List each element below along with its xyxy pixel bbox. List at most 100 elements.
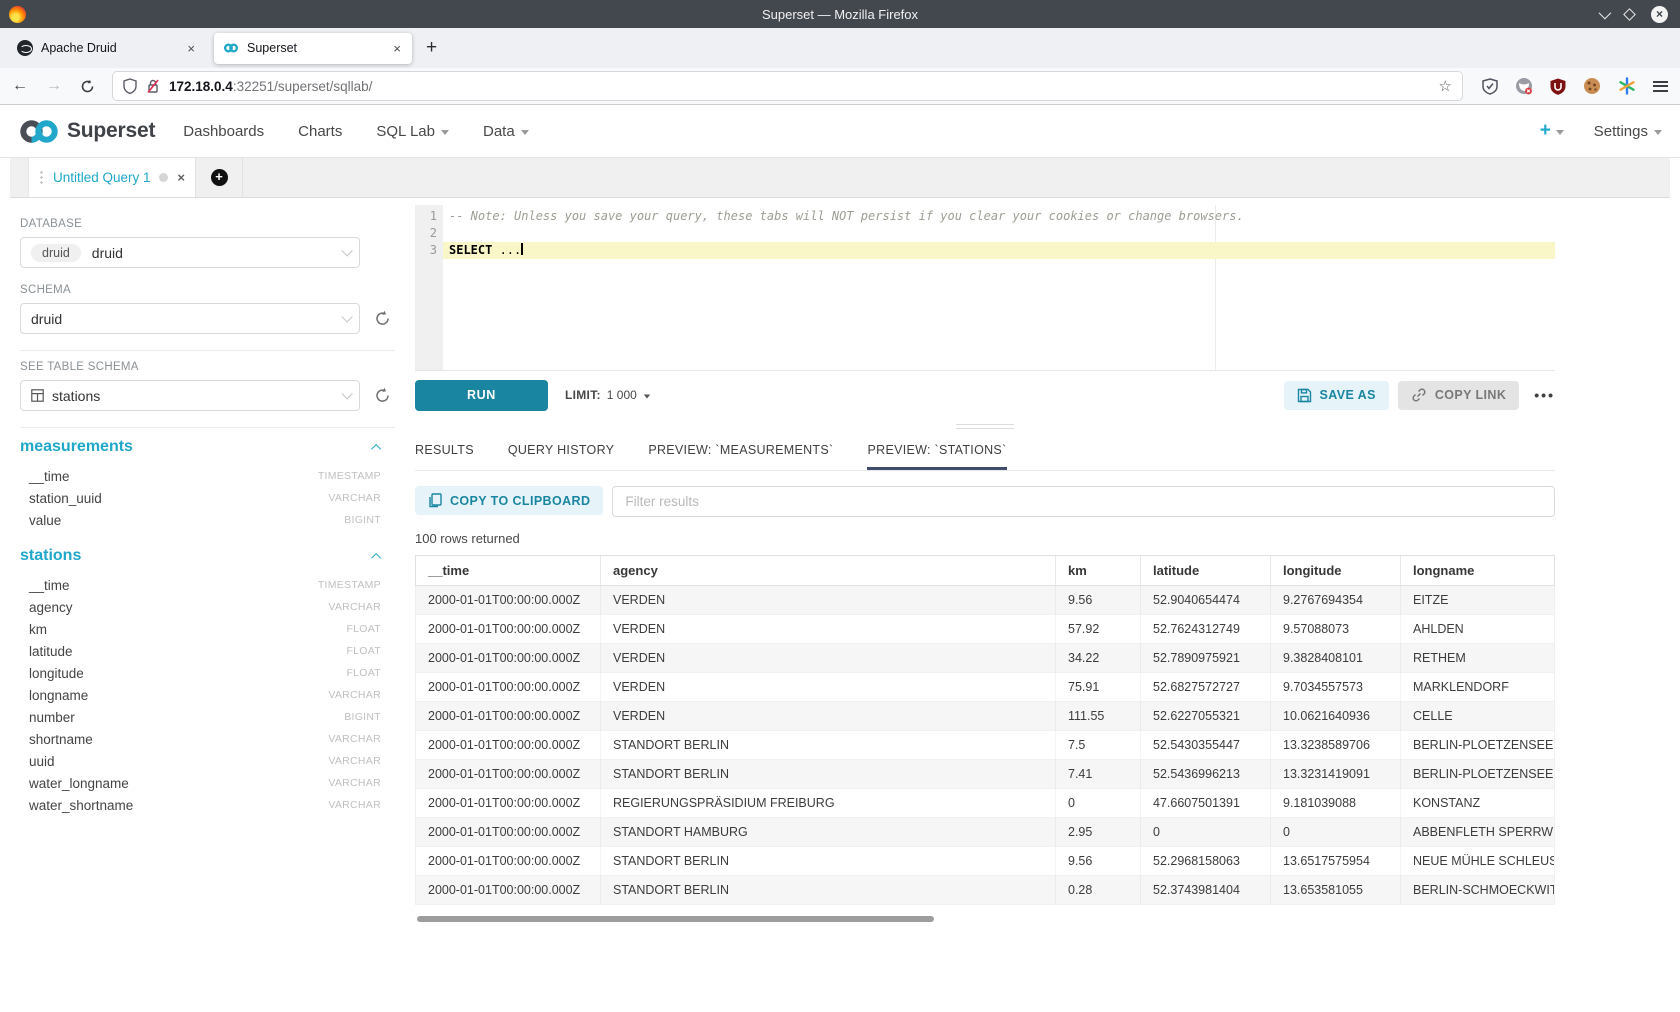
cell-longitude: 13.6517575954 bbox=[1271, 847, 1401, 875]
pane-resize-divider[interactable] bbox=[415, 419, 1555, 434]
window-minimize-icon[interactable] bbox=[1599, 6, 1612, 19]
extension-ublock-icon[interactable] bbox=[1550, 78, 1566, 95]
database-value: druid bbox=[92, 245, 123, 261]
table-row[interactable]: 2000-01-01T00:00:00.000Z REGIERUNGSPRÄSI… bbox=[416, 789, 1554, 818]
chevron-down-icon bbox=[341, 388, 352, 399]
copy-to-clipboard-button[interactable]: COPY TO CLIPBOARD bbox=[415, 486, 603, 515]
table-select[interactable]: stations bbox=[20, 380, 360, 411]
tab-results[interactable]: RESULTS bbox=[415, 434, 474, 470]
chevron-up-icon[interactable] bbox=[371, 443, 381, 453]
more-actions-button[interactable]: ••• bbox=[1534, 387, 1555, 403]
settings-menu[interactable]: Settings bbox=[1594, 123, 1662, 140]
line-number: 2 bbox=[415, 225, 437, 242]
nav-data[interactable]: Data bbox=[483, 123, 529, 140]
drag-handle-icon[interactable] bbox=[39, 170, 44, 186]
column-name: shortname bbox=[29, 732, 93, 747]
table-row[interactable]: 2000-01-01T00:00:00.000Z STANDORT BERLIN… bbox=[416, 847, 1554, 876]
column-type: VARCHAR bbox=[328, 777, 381, 789]
menu-hamburger-icon[interactable] bbox=[1653, 81, 1668, 92]
scrollbar-thumb[interactable] bbox=[417, 916, 934, 922]
browser-tab-superset[interactable]: Superset × bbox=[214, 33, 412, 64]
database-select[interactable]: druid druid bbox=[20, 237, 360, 268]
copy-link-button[interactable]: COPY LINK bbox=[1398, 381, 1519, 410]
window-close-icon[interactable]: × bbox=[1651, 6, 1668, 23]
table-row[interactable]: 2000-01-01T00:00:00.000Z VERDEN 34.22 52… bbox=[416, 644, 1554, 673]
horizontal-scrollbar[interactable] bbox=[415, 916, 1555, 922]
tab-close-icon[interactable]: × bbox=[185, 41, 197, 56]
nav-dashboards[interactable]: Dashboards bbox=[183, 123, 264, 140]
column-row: shortname VARCHAR bbox=[20, 728, 395, 750]
insecure-lock-icon[interactable] bbox=[146, 78, 160, 94]
window-titlebar: Superset — Mozilla Firefox × bbox=[0, 0, 1680, 28]
tab-close-icon[interactable]: × bbox=[391, 41, 403, 56]
query-tabs-bar: Untitled Query 1 × + bbox=[10, 158, 1670, 198]
cell-latitude: 52.2968158063 bbox=[1141, 847, 1271, 875]
window-maximize-icon[interactable] bbox=[1623, 8, 1636, 21]
table-header-cell[interactable]: latitude bbox=[1141, 556, 1271, 585]
table-row[interactable]: 2000-01-01T00:00:00.000Z STANDORT BERLIN… bbox=[416, 731, 1554, 760]
url-bar[interactable]: 172.18.0.4:32251/superset/sqllab/ ☆ bbox=[113, 72, 1462, 100]
table-header-cell[interactable]: longitude bbox=[1271, 556, 1401, 585]
table-row[interactable]: 2000-01-01T00:00:00.000Z VERDEN 111.55 5… bbox=[416, 702, 1554, 731]
nav-charts[interactable]: Charts bbox=[298, 123, 342, 140]
extension-asterisk-icon[interactable] bbox=[1618, 77, 1636, 95]
add-query-tab-button[interactable]: + bbox=[196, 158, 243, 197]
forward-icon[interactable]: → bbox=[46, 77, 62, 95]
table-section-measurements[interactable]: measurements bbox=[20, 438, 395, 456]
limit-dropdown[interactable]: LIMIT: 1 000 bbox=[565, 388, 651, 402]
new-tab-button[interactable]: + bbox=[426, 37, 437, 59]
nav-sql-lab[interactable]: SQL Lab bbox=[376, 123, 449, 140]
extension-cookie-icon[interactable] bbox=[1583, 77, 1601, 95]
extension-mask-icon[interactable] bbox=[1515, 77, 1533, 95]
query-tab-untitled[interactable]: Untitled Query 1 × bbox=[28, 158, 196, 197]
superset-brand[interactable]: Superset bbox=[18, 118, 155, 145]
column-row: station_uuid VARCHAR bbox=[20, 487, 395, 509]
new-item-button[interactable]: + bbox=[1540, 120, 1564, 142]
close-icon[interactable]: × bbox=[177, 170, 185, 185]
browser-toolbar: ← → 172.18.0.4:32251/superset/sqllab/ ☆ bbox=[0, 68, 1680, 105]
tab-preview-measurements[interactable]: PREVIEW: `MEASUREMENTS` bbox=[648, 434, 833, 470]
refresh-table-icon[interactable] bbox=[374, 387, 391, 404]
back-icon[interactable]: ← bbox=[12, 77, 28, 95]
tracking-shield-icon[interactable] bbox=[123, 78, 137, 94]
refresh-schema-icon[interactable] bbox=[374, 310, 391, 327]
table-row[interactable]: 2000-01-01T00:00:00.000Z STANDORT BERLIN… bbox=[416, 760, 1554, 789]
table-header-cell[interactable]: agency bbox=[601, 556, 1056, 585]
tab-preview-stations[interactable]: PREVIEW: `STATIONS` bbox=[867, 434, 1006, 470]
reload-icon[interactable] bbox=[80, 79, 95, 94]
table-row[interactable]: 2000-01-01T00:00:00.000Z VERDEN 57.92 52… bbox=[416, 615, 1554, 644]
column-type: FLOAT bbox=[346, 645, 381, 657]
table-icon bbox=[31, 389, 44, 402]
drag-handle-icon[interactable] bbox=[956, 424, 1014, 429]
table-header-cell[interactable]: km bbox=[1056, 556, 1141, 585]
sql-editor[interactable]: 1 2 3 -- Note: Unless you save your quer… bbox=[415, 205, 1555, 371]
run-button[interactable]: RUN bbox=[415, 380, 548, 411]
cell-time: 2000-01-01T00:00:00.000Z bbox=[416, 673, 601, 701]
table-row[interactable]: 2000-01-01T00:00:00.000Z VERDEN 9.56 52.… bbox=[416, 586, 1554, 615]
filter-results-input[interactable] bbox=[612, 486, 1555, 517]
cell-longitude: 9.3828408101 bbox=[1271, 644, 1401, 672]
table-row[interactable]: 2000-01-01T00:00:00.000Z STANDORT HAMBUR… bbox=[416, 818, 1554, 847]
table-row[interactable]: 2000-01-01T00:00:00.000Z VERDEN 75.91 52… bbox=[416, 673, 1554, 702]
table-section-stations[interactable]: stations bbox=[20, 547, 395, 565]
table-header-cell[interactable]: __time bbox=[416, 556, 601, 585]
chevron-down-icon bbox=[341, 311, 352, 322]
text-cursor bbox=[521, 243, 523, 255]
sqllab-sidebar: DATABASE druid druid SCHEMA druid bbox=[10, 198, 405, 1012]
cell-agency: VERDEN bbox=[601, 615, 1056, 643]
column-name: latitude bbox=[29, 644, 73, 659]
save-as-button[interactable]: SAVE AS bbox=[1284, 381, 1389, 410]
cell-agency: VERDEN bbox=[601, 702, 1056, 730]
cell-longname: BERLIN-PLOETZENSEE OP bbox=[1401, 760, 1554, 788]
chevron-up-icon[interactable] bbox=[371, 552, 381, 562]
browser-tab-apache-druid[interactable]: Apache Druid × bbox=[8, 33, 206, 64]
tab-query-history[interactable]: QUERY HISTORY bbox=[508, 434, 614, 470]
table-header-cell[interactable]: longname bbox=[1401, 556, 1554, 585]
table-row[interactable]: 2000-01-01T00:00:00.000Z STANDORT BERLIN… bbox=[416, 876, 1554, 905]
schema-select[interactable]: druid bbox=[20, 303, 360, 334]
cell-time: 2000-01-01T00:00:00.000Z bbox=[416, 818, 601, 846]
url-text: 172.18.0.4:32251/superset/sqllab/ bbox=[169, 79, 372, 94]
extension-shield-icon[interactable] bbox=[1482, 78, 1498, 95]
bookmark-star-icon[interactable]: ☆ bbox=[1439, 77, 1452, 95]
cell-agency: REGIERUNGSPRÄSIDIUM FREIBURG bbox=[601, 789, 1056, 817]
